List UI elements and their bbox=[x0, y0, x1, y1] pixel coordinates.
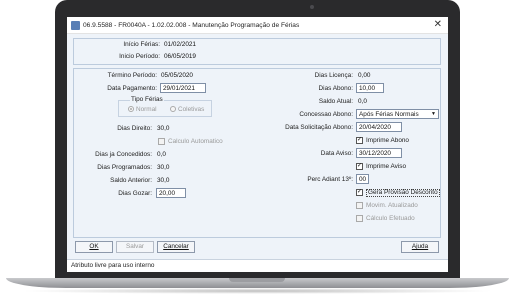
inicio-periodo-label: Inicio Período: bbox=[119, 53, 160, 60]
close-icon[interactable]: ✕ bbox=[434, 19, 442, 31]
dias-licenca-label: Dias Licença: bbox=[314, 72, 353, 79]
saldo-atual-value: 0,0 bbox=[358, 98, 367, 105]
laptop-shadow bbox=[20, 288, 495, 294]
imprime-abono-label: Imprime Abono bbox=[366, 137, 409, 144]
window-title: 06.9.5588 - FR0040A - 1.02.02.008 - Manu… bbox=[83, 22, 300, 29]
inicio-ferias-label: Início Férias: bbox=[123, 41, 160, 48]
dias-direito-label: Dias Direito: bbox=[117, 125, 152, 132]
dias-programados-label: Dias Programados: bbox=[97, 164, 152, 171]
salvar-button-label: Salvar bbox=[125, 243, 145, 250]
concessao-abono-selected: Após Férias Normais bbox=[359, 111, 419, 118]
data-pagamento-label: Data Pagamento: bbox=[107, 85, 157, 92]
calculo-automatico-label: Calculo Automatico bbox=[168, 138, 223, 145]
termino-periodo-label: Término Período: bbox=[107, 72, 157, 79]
form-client-area: Início Férias: 01/02/2021 Inicio Período… bbox=[67, 34, 448, 272]
inicio-periodo-value: 06/05/2019 bbox=[164, 53, 196, 60]
dias-abono-label: Dias Abono: bbox=[318, 85, 353, 92]
perc-adiant-label: Perc Adiant 13º: bbox=[307, 176, 353, 183]
ok-button-label: OK bbox=[89, 243, 99, 250]
saldo-anterior-value: 30,0 bbox=[157, 177, 170, 184]
gera-provisao-checkbox[interactable]: ✓ bbox=[356, 189, 363, 196]
imprime-aviso-checkbox[interactable]: ✓ bbox=[356, 163, 363, 170]
imprime-aviso-label: Imprime Aviso bbox=[366, 163, 407, 170]
cancelar-button[interactable]: Cancelar bbox=[157, 241, 195, 253]
dias-gozar-label: Dias Gozar: bbox=[118, 190, 152, 197]
data-solicitacao-abono-label: Data Solicitação Abono: bbox=[285, 124, 353, 131]
movim-atualizado-checkbox[interactable] bbox=[356, 202, 363, 209]
period-panel: Início Férias: 01/02/2021 Inicio Período… bbox=[73, 38, 441, 65]
data-pagamento-input[interactable]: 29/01/2021 bbox=[160, 83, 206, 93]
termino-periodo-value: 05/05/2020 bbox=[161, 72, 193, 79]
tipo-ferias-normal-radio[interactable] bbox=[128, 106, 134, 112]
ajuda-button-label: Ajuda bbox=[411, 243, 429, 250]
app-window: 06.9.5588 - FR0040A - 1.02.02.008 - Manu… bbox=[67, 17, 448, 272]
gera-provisao-label: Gera Provisão Desconto bbox=[366, 189, 440, 197]
laptop-notch bbox=[229, 278, 285, 282]
tipo-ferias-coletivas-radio[interactable] bbox=[170, 106, 176, 112]
dias-direito-value: 30,0 bbox=[157, 125, 170, 132]
chevron-down-icon: ▼ bbox=[431, 111, 436, 117]
button-bar: OK Salvar Cancelar Ajuda bbox=[73, 240, 441, 254]
ajuda-button[interactable]: Ajuda bbox=[401, 241, 439, 253]
ok-button[interactable]: OK bbox=[75, 241, 113, 253]
saldo-anterior-label: Saldo Anterior: bbox=[110, 177, 152, 184]
details-panel: Término Período: 05/05/2020 Data Pagamen… bbox=[73, 68, 441, 238]
saldo-atual-label: Saldo Atual: bbox=[318, 98, 353, 105]
dias-licenca-value: 0,00 bbox=[358, 72, 371, 79]
status-bar: Atributo livre para uso interno bbox=[67, 259, 448, 272]
dias-abono-input[interactable]: 10,00 bbox=[356, 83, 384, 93]
tipo-ferias-coletivas-label: Coletivas bbox=[178, 106, 205, 113]
cancelar-button-label: Cancelar bbox=[163, 243, 189, 250]
movim-atualizado-label: Movim. Atualizado bbox=[366, 202, 418, 209]
concessao-abono-select[interactable]: Após Férias Normais ▼ bbox=[356, 109, 439, 119]
imprime-abono-checkbox[interactable]: ✓ bbox=[356, 137, 363, 144]
concessao-abono-label: Concessao Abono: bbox=[299, 111, 353, 118]
data-aviso-input[interactable]: 30/12/2020 bbox=[356, 148, 402, 158]
salvar-button[interactable]: Salvar bbox=[116, 241, 154, 253]
camera bbox=[310, 5, 314, 9]
data-solicitacao-abono-input[interactable]: 20/04/2020 bbox=[356, 122, 402, 132]
dias-ja-concedidos-value: 0,0 bbox=[157, 151, 166, 158]
app-icon bbox=[71, 21, 80, 30]
data-aviso-label: Data Aviso: bbox=[320, 150, 353, 157]
dias-gozar-input[interactable]: 20,00 bbox=[156, 188, 186, 198]
calculo-automatico-checkbox[interactable] bbox=[158, 138, 165, 145]
dias-ja-concedidos-label: Dias ja Concedidos: bbox=[95, 151, 152, 158]
perc-adiant-input[interactable]: 00 bbox=[356, 174, 369, 184]
calculo-efetuado-label: Cálculo Efetuado bbox=[366, 215, 415, 222]
tipo-ferias-title: Tipo Férias bbox=[130, 96, 164, 103]
inicio-ferias-value: 01/02/2021 bbox=[164, 41, 196, 48]
title-bar: 06.9.5588 - FR0040A - 1.02.02.008 - Manu… bbox=[67, 17, 448, 34]
calculo-efetuado-checkbox[interactable] bbox=[356, 215, 363, 222]
dias-programados-value: 30,0 bbox=[157, 164, 170, 171]
tipo-ferias-normal-label: Normal bbox=[136, 106, 157, 113]
